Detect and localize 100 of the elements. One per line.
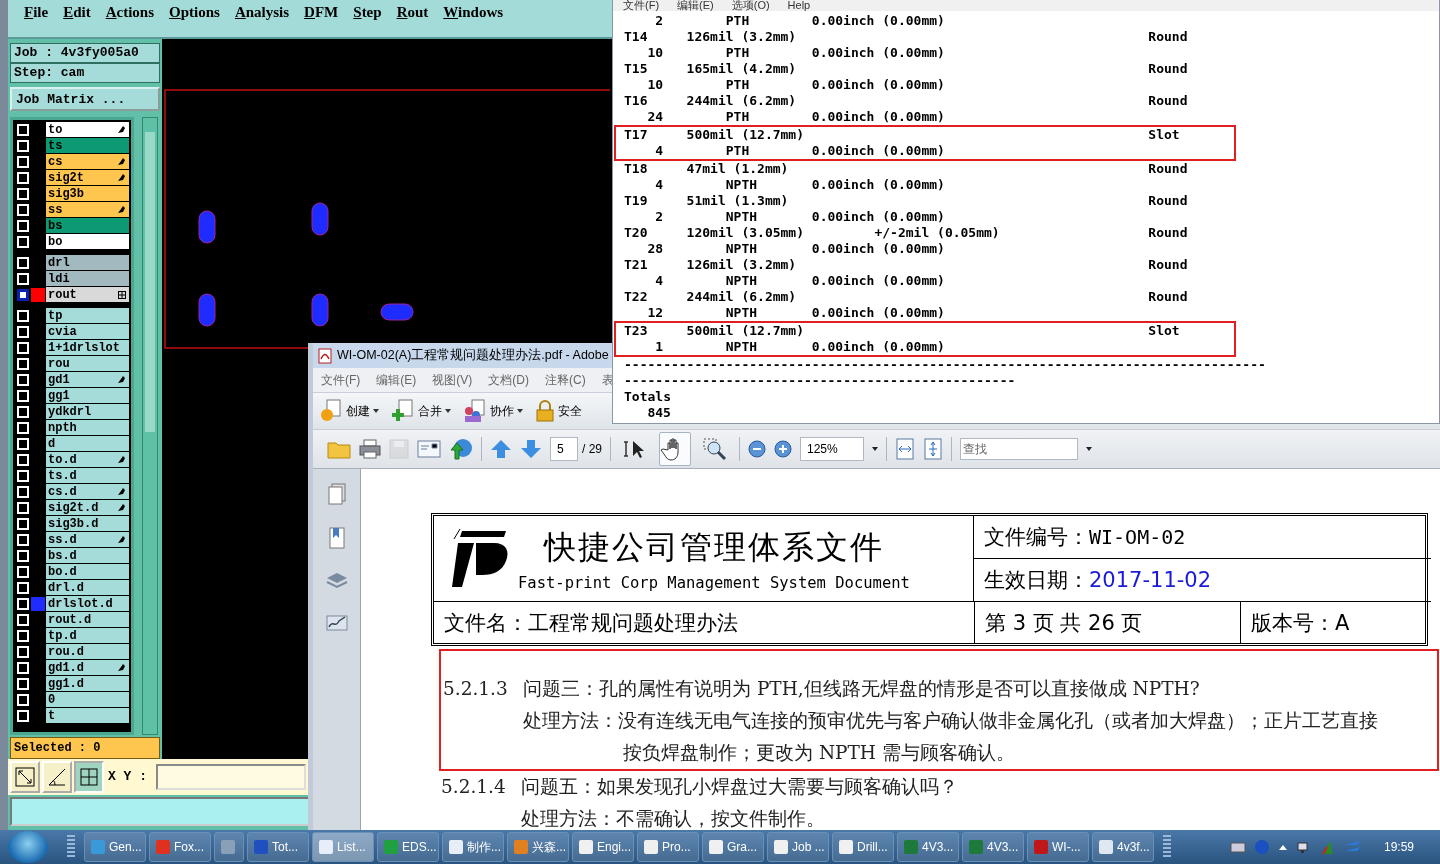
layer-item[interactable]: to xyxy=(46,122,129,139)
layer-item[interactable]: to.d xyxy=(46,452,129,469)
layer-item[interactable]: ss.d xyxy=(46,532,129,549)
layer-item[interactable]: ldi xyxy=(46,271,129,288)
menu-item[interactable]: 编辑(E) xyxy=(376,371,417,389)
menu-item[interactable]: 文档(D) xyxy=(488,371,529,389)
scrollbar[interactable] xyxy=(142,117,158,736)
layer-item[interactable]: sig2t.d xyxy=(46,500,129,517)
task-button[interactable]: 合并 xyxy=(389,399,453,423)
bookmark-icon[interactable] xyxy=(327,527,346,549)
menu-item[interactable]: 文件(F) xyxy=(321,371,361,389)
layer-item[interactable]: ts.d xyxy=(46,468,129,485)
zoom-field[interactable]: 125% xyxy=(800,437,864,461)
layer-item[interactable]: drl xyxy=(46,255,129,272)
measure-button[interactable] xyxy=(42,760,72,793)
signature-icon[interactable] xyxy=(325,613,348,633)
zoom-out-icon[interactable] xyxy=(748,440,766,458)
layer-item[interactable]: t xyxy=(46,708,129,725)
envelope-icon[interactable] xyxy=(417,440,441,458)
menu-item[interactable]: 文件(F) xyxy=(623,0,660,11)
zoom-fit-button[interactable] xyxy=(10,760,40,793)
taskbar-button[interactable]: 兴森... xyxy=(507,832,569,862)
taskbar-button[interactable]: 4V3... xyxy=(962,832,1024,862)
taskbar-button[interactable]: 4v3f... xyxy=(1092,832,1154,862)
layer-item[interactable]: cs xyxy=(46,154,129,171)
layer-item[interactable]: sig3b xyxy=(46,186,129,203)
menu-item[interactable]: Help xyxy=(787,0,811,11)
down-arrow-icon[interactable] xyxy=(520,439,542,459)
fit-width-icon[interactable] xyxy=(895,438,915,460)
taskbar-button[interactable]: Tot... xyxy=(247,832,309,862)
up-arrow-icon[interactable] xyxy=(490,439,512,459)
layer-item[interactable]: ss xyxy=(46,202,129,219)
menu-item[interactable]: File xyxy=(24,4,49,38)
layer-item[interactable]: bo xyxy=(46,234,129,251)
layer-item[interactable]: cvia xyxy=(46,324,129,341)
menu-item[interactable]: 注释(C) xyxy=(545,371,586,389)
up-caret-icon[interactable] xyxy=(1277,843,1288,851)
taskbar-button[interactable]: 制作... xyxy=(442,832,504,862)
start-button[interactable] xyxy=(8,831,48,863)
layer-item[interactable]: gd1 xyxy=(46,372,129,389)
page-number-field[interactable]: 5 xyxy=(550,437,578,461)
zoom-icon[interactable] xyxy=(703,438,727,460)
menu-item[interactable]: 视图(V) xyxy=(432,371,473,389)
search-field[interactable]: 查找 xyxy=(960,438,1078,460)
layer-item[interactable]: rou xyxy=(46,356,129,373)
taskbar-button[interactable]: 4V3... xyxy=(897,832,959,862)
layer-item[interactable]: ydkdrl xyxy=(46,404,129,421)
layer-item[interactable]: rou.d xyxy=(46,644,129,661)
layer-item[interactable]: 0 xyxy=(46,692,129,709)
layer-item[interactable]: 1+1drlslot xyxy=(46,340,129,357)
layer-item[interactable]: ts xyxy=(46,138,129,155)
printer-icon[interactable] xyxy=(359,439,381,459)
layer-item[interactable]: rout.d xyxy=(46,612,129,629)
taskbar-grip[interactable] xyxy=(1163,835,1171,859)
task-button[interactable]: 协作 xyxy=(461,399,525,423)
layer-item[interactable]: rout xyxy=(46,287,129,304)
layer-item[interactable]: d xyxy=(46,436,129,453)
taskbar-button[interactable]: EDS... xyxy=(377,832,439,862)
pages-icon[interactable] xyxy=(327,483,346,505)
layer-item[interactable]: gg1.d xyxy=(46,676,129,693)
menu-item[interactable]: 选项(O) xyxy=(731,0,770,11)
zoom-in-icon[interactable] xyxy=(774,440,792,458)
task-button[interactable]: 安全 xyxy=(533,400,584,422)
taskbar-button[interactable]: Job ... xyxy=(767,832,829,862)
layer-checkbox[interactable] xyxy=(17,289,29,302)
menu-item[interactable]: Actions xyxy=(105,4,155,38)
menu-item[interactable]: 编辑(E) xyxy=(677,0,714,11)
menu-item[interactable]: Windows xyxy=(443,4,504,38)
cursor-icon[interactable] xyxy=(624,439,646,459)
taskbar-button[interactable]: Fox... xyxy=(149,832,211,862)
fit-page-icon[interactable] xyxy=(923,438,943,460)
menu-item[interactable]: Edit xyxy=(63,4,91,38)
layer-item[interactable]: tp xyxy=(46,308,129,325)
keyboard-icon[interactable] xyxy=(1229,841,1246,853)
layer-item[interactable]: tp.d xyxy=(46,628,129,645)
menu-item[interactable]: DFM xyxy=(304,4,339,38)
taskbar-button[interactable]: Pro... xyxy=(637,832,699,862)
job-matrix-button[interactable]: Job Matrix ... xyxy=(10,87,160,112)
layer-item[interactable]: bs.d xyxy=(46,548,129,565)
caret-icon[interactable] xyxy=(1086,447,1092,451)
taskbar-button[interactable]: Drill... xyxy=(832,832,894,862)
menu-item[interactable]: Options xyxy=(169,4,220,38)
layer-item[interactable]: drl.d xyxy=(46,580,129,597)
layer-item[interactable]: bs xyxy=(46,218,129,235)
menu-item[interactable]: Rout xyxy=(396,4,429,38)
layer-item[interactable]: bo.d xyxy=(46,564,129,581)
globe-icon[interactable] xyxy=(449,438,473,460)
grid-button[interactable] xyxy=(74,760,104,793)
menu-item[interactable]: Analysis xyxy=(234,4,290,38)
task-button[interactable]: 创建 xyxy=(317,399,381,423)
taskbar-button[interactable]: Engi... xyxy=(572,832,634,862)
layer-item[interactable]: sig2t xyxy=(46,170,129,187)
layer-item[interactable]: cs.d xyxy=(46,484,129,501)
layer-item[interactable]: gg1 xyxy=(46,388,129,405)
layer-item[interactable]: npth xyxy=(46,420,129,437)
taskbar-button[interactable]: Gen... xyxy=(84,832,146,862)
layer-item[interactable]: gd1.d xyxy=(46,660,129,677)
menu-item[interactable]: Step xyxy=(353,4,382,38)
coordinates-field[interactable] xyxy=(156,763,306,790)
taskbar-grip[interactable] xyxy=(67,835,75,859)
